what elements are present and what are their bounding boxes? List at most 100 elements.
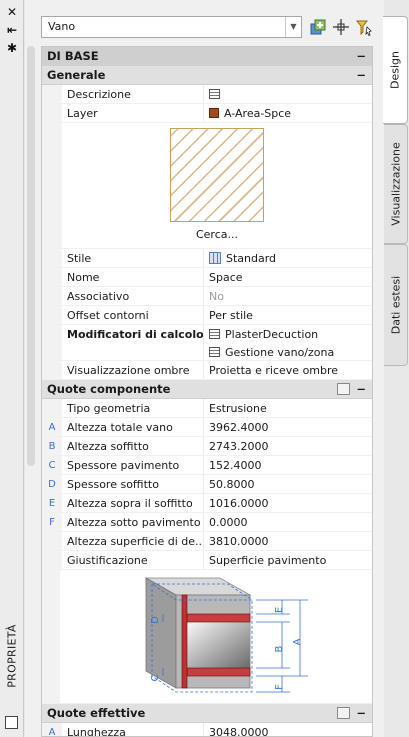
- property-row[interactable]: C Spessore pavimento 152.4000: [42, 456, 372, 475]
- section-title: Quote effettive: [47, 706, 146, 720]
- property-value[interactable]: Estrusione: [204, 399, 372, 417]
- browse-link[interactable]: Cerca...: [62, 228, 372, 241]
- dimension-diagram-row: A B C D E F: [42, 570, 372, 704]
- properties-palette: Vano ▼ DI BASE − Generale − Descrizione …: [25, 0, 384, 737]
- property-value[interactable]: 3048.0000: [204, 723, 372, 737]
- dimension-letter: A: [42, 418, 62, 436]
- style-icon: [209, 252, 221, 264]
- dimension-letter: E: [42, 494, 62, 512]
- property-value[interactable]: 3810.0000: [204, 532, 372, 550]
- property-row[interactable]: F Altezza sotto pavimento 0.0000: [42, 513, 372, 532]
- property-value[interactable]: PlasterDecuction Gestione vano/zona: [204, 325, 372, 360]
- tab-visualizzazione[interactable]: Visualizzazione: [384, 124, 408, 244]
- property-row[interactable]: E Altezza sopra il soffitto 1016.0000: [42, 494, 372, 513]
- dimension-letter: [42, 551, 62, 569]
- collapse-icon[interactable]: −: [356, 704, 366, 722]
- svg-text:E: E: [274, 607, 285, 613]
- property-label: Layer: [62, 104, 204, 122]
- property-label: Altezza totale vano: [62, 418, 204, 436]
- property-label: Modificatori di calcolo: [62, 325, 204, 360]
- section-title: Generale: [47, 68, 106, 82]
- list-icon[interactable]: [209, 347, 220, 357]
- property-row-stile[interactable]: Stile Standard: [42, 249, 372, 268]
- property-value[interactable]: Space: [204, 268, 372, 286]
- space-dimension-diagram: A B C D E F: [144, 577, 308, 693]
- section-title: DI BASE: [47, 49, 99, 63]
- dimension-letter: D: [42, 475, 62, 493]
- chevron-down-icon[interactable]: ▼: [285, 17, 301, 37]
- property-value[interactable]: 152.4000: [204, 456, 372, 474]
- svg-text:A: A: [292, 638, 303, 645]
- property-value[interactable]: Per stile: [204, 306, 372, 324]
- dimension-letter: B: [42, 437, 62, 455]
- property-value[interactable]: A-Area-Spce: [204, 104, 372, 122]
- quote-rows: Tipo geometria Estrusione A Altezza totale …: [42, 399, 372, 570]
- svg-text:D: D: [150, 616, 161, 624]
- property-label: Spessore soffitto: [62, 475, 204, 493]
- hatch-preview-image: [170, 128, 264, 222]
- add-object-icon[interactable]: [309, 18, 327, 36]
- collapse-icon[interactable]: −: [356, 380, 366, 398]
- property-value[interactable]: Superficie pavimento: [204, 551, 372, 569]
- section-settings-icon[interactable]: [337, 707, 350, 719]
- palette-title-strip: ✕ ⇤ ✱ PROPRIETÀ: [0, 0, 24, 737]
- section-settings-icon[interactable]: [337, 383, 350, 395]
- property-value[interactable]: 0.0000: [204, 513, 372, 531]
- section-title: Quote componente: [47, 382, 171, 396]
- property-value[interactable]: Proietta e riceve ombre: [204, 361, 372, 379]
- list-icon[interactable]: [209, 329, 220, 339]
- dimension-letter: A: [42, 723, 62, 736]
- property-label: Visualizzazione ombre: [62, 361, 204, 379]
- property-row[interactable]: Tipo geometria Estrusione: [42, 399, 372, 418]
- property-row-offset[interactable]: Offset contorni Per stile: [42, 306, 372, 325]
- dimension-letter: [42, 399, 62, 417]
- svg-text:C: C: [150, 674, 161, 681]
- property-value: No: [209, 289, 224, 303]
- section-generale[interactable]: Generale −: [42, 66, 372, 85]
- section-di-base[interactable]: DI BASE −: [42, 47, 372, 66]
- property-row[interactable]: B Altezza soffitto 2743.2000: [42, 437, 372, 456]
- properties-menu-icon[interactable]: ✱: [5, 41, 19, 55]
- property-row[interactable]: A Altezza totale vano 3962.4000: [42, 418, 372, 437]
- property-row[interactable]: D Spessore soffitto 50.8000: [42, 475, 372, 494]
- close-icon[interactable]: ✕: [5, 5, 19, 19]
- palette-options-icon[interactable]: [5, 716, 18, 729]
- property-value[interactable]: Standard: [204, 249, 372, 267]
- property-row-visualizzazione-ombre[interactable]: Visualizzazione ombre Proietta e riceve …: [42, 361, 372, 380]
- dimension-letter: C: [42, 456, 62, 474]
- property-value[interactable]: 2743.2000: [204, 437, 372, 455]
- autohide-icon[interactable]: ⇤: [5, 23, 19, 37]
- property-row-modificatori[interactable]: Modificatori di calcolo PlasterDecuction…: [42, 325, 372, 361]
- tab-dati-estesi[interactable]: Dati estesi: [384, 244, 408, 366]
- property-label: Descrizione: [62, 85, 204, 103]
- property-row[interactable]: Altezza superficie di de... 3810.0000: [42, 532, 372, 551]
- object-type-select[interactable]: Vano ▼: [41, 16, 302, 38]
- property-row-layer[interactable]: Layer A-Area-Spce: [42, 104, 372, 123]
- svg-text:B: B: [274, 645, 285, 652]
- property-label: Altezza soffitto: [62, 437, 204, 455]
- property-row-nome[interactable]: Nome Space: [42, 268, 372, 287]
- collapse-icon[interactable]: −: [356, 47, 366, 65]
- property-label: Altezza sopra il soffitto: [62, 494, 204, 512]
- dimension-letter: F: [42, 513, 62, 531]
- quick-select-icon[interactable]: [355, 18, 373, 36]
- section-quote-componente[interactable]: Quote componente −: [42, 380, 372, 399]
- pickadd-icon[interactable]: [332, 18, 350, 36]
- collapse-icon[interactable]: −: [356, 66, 366, 84]
- property-value[interactable]: 50.8000: [204, 475, 372, 493]
- style-preview-row: Cerca...: [42, 123, 372, 249]
- property-value[interactable]: [204, 85, 372, 103]
- property-value[interactable]: 1016.0000: [204, 494, 372, 512]
- palette-scrollbar[interactable]: [27, 46, 35, 466]
- section-quote-effettive[interactable]: Quote effettive −: [42, 704, 372, 723]
- property-row-descrizione[interactable]: Descrizione: [42, 85, 372, 104]
- property-row-associativo: Associativo No: [42, 287, 372, 306]
- property-row[interactable]: Giustificazione Superficie pavimento: [42, 551, 372, 570]
- tab-design[interactable]: Design: [383, 16, 408, 124]
- property-value[interactable]: 3962.4000: [204, 418, 372, 436]
- palette-tabs: Design Visualizzazione Dati estesi: [383, 0, 409, 737]
- toolbar: Vano ▼: [25, 0, 384, 40]
- text-editor-icon[interactable]: [209, 89, 220, 99]
- property-row[interactable]: A Lunghezza 3048.0000: [42, 723, 372, 737]
- layer-color-icon: [209, 108, 219, 118]
